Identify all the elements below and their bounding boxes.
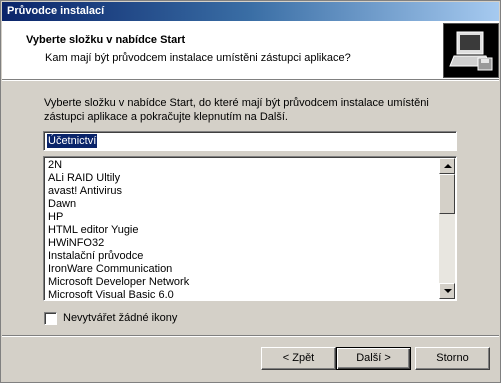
wizard-header: Vyberte složku v nabídce Start Kam mají …: [2, 21, 499, 79]
next-button[interactable]: Další >: [336, 347, 411, 370]
header-title: Vyberte složku v nabídce Start: [26, 34, 186, 46]
scroll-thumb[interactable]: [439, 174, 455, 214]
footer-separator: [2, 335, 499, 337]
folder-list-item[interactable]: HP: [48, 211, 189, 224]
folder-list-scrollbar[interactable]: [439, 158, 455, 299]
folder-list-item[interactable]: Instalační průvodce: [48, 250, 189, 263]
scroll-down-button[interactable]: [439, 283, 455, 299]
folder-list-item[interactable]: 2N: [48, 159, 189, 172]
no-icons-checkbox[interactable]: [44, 312, 57, 325]
back-button[interactable]: < Zpět: [261, 347, 336, 370]
description-text: Vyberte složku v nabídce Start, do které…: [44, 97, 429, 123]
arrow-down-icon: [444, 289, 452, 293]
cancel-button[interactable]: Storno: [415, 347, 490, 370]
folder-list-item[interactable]: Dawn: [48, 198, 189, 211]
arrow-up-icon: [444, 164, 452, 168]
scroll-up-button[interactable]: [439, 158, 455, 174]
folder-input-value: Účetnictví: [47, 134, 98, 148]
folder-list-item[interactable]: HWiNFO32: [48, 237, 189, 250]
folder-list-item[interactable]: avast! Antivirus: [48, 185, 189, 198]
computer-install-icon: [443, 23, 499, 78]
folder-list-items: 2N ALi RAID Ultily avast! Antivirus Dawn HP H…: [48, 159, 189, 300]
title-bar: Průvodce instalací: [2, 2, 499, 21]
folder-list-item[interactable]: Microsoft Visual Basic 6.0: [48, 289, 189, 300]
folder-list-item[interactable]: ALi RAID Ultily: [48, 172, 189, 185]
folder-list-item[interactable]: IronWare Communication: [48, 263, 189, 276]
header-separator: [2, 79, 499, 81]
folder-list-item[interactable]: Microsoft Developer Network: [48, 276, 189, 289]
header-subtitle: Kam mají být průvodcem instalace umístěn…: [45, 52, 351, 64]
installer-window: Průvodce instalací Vyberte složku v nabí…: [0, 0, 501, 383]
folder-list[interactable]: 2N ALi RAID Ultily avast! Antivirus Dawn HP H…: [43, 156, 457, 301]
folder-list-item[interactable]: HTML editor Yugie: [48, 224, 189, 237]
no-icons-label[interactable]: Nevytvářet žádné ikony: [63, 312, 177, 325]
start-menu-folder-input[interactable]: Účetnictví: [43, 131, 457, 151]
